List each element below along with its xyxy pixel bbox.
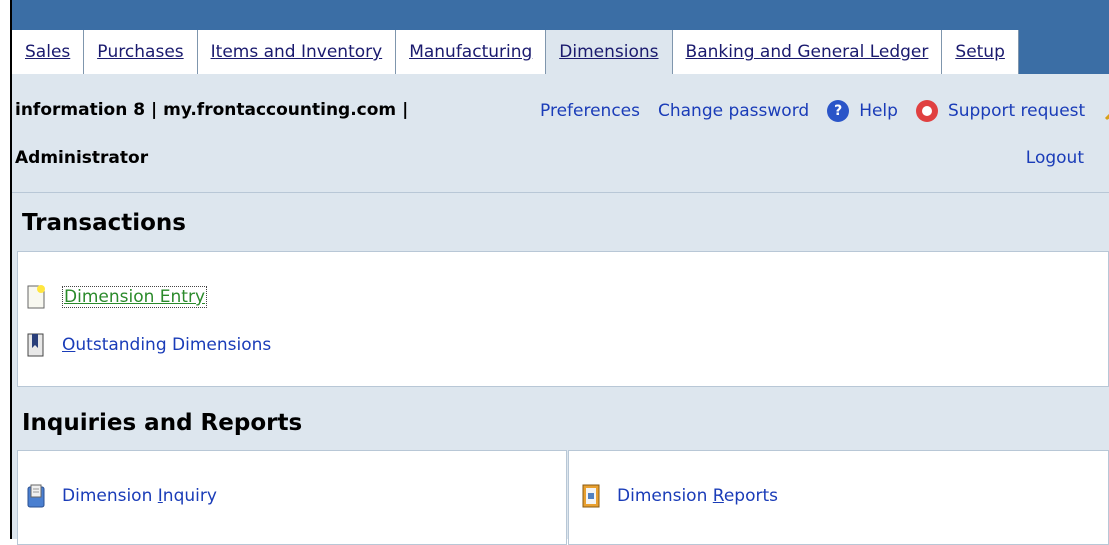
inquiries-left-panel: Dimension Inquiry [17,450,567,545]
outstanding-dimensions-link[interactable]: Outstanding Dimensions [62,335,271,355]
tab-access-key: D [559,42,573,62]
new-document-icon [27,285,45,309]
tab-access-key: S [25,42,36,62]
transactions-header: Transactions [12,196,1109,251]
tab-setup[interactable]: Setup [942,30,1019,74]
logout-link[interactable]: Logout [1026,148,1084,168]
dimension-reports-item: Dimension Reports [581,483,778,509]
transactions-panel: Dimension Entry Outstanding Dimensions [17,251,1109,387]
tab-manufacturing[interactable]: Manufacturing [396,30,547,74]
tab-label: anufacturing [423,42,533,62]
tab-label: ales [35,42,71,62]
user-name: Administrator [15,148,149,168]
help-icon: ? [827,100,850,122]
top-banner [12,0,1109,30]
dimension-reports-link[interactable]: Dimension Reports [617,486,778,506]
change-password-link[interactable]: Change password [658,101,809,121]
tab-items-and-inventory[interactable]: Items and Inventory [197,30,397,74]
report-icon [582,484,600,508]
tab-label: anking and General Ledger [697,42,929,62]
tab-access-key: S [955,42,967,62]
tab-label: urchases [107,42,184,62]
company-info: information 8 | my.frontaccounting.com | [15,100,409,120]
header-info: information 8 | my.frontaccounting.com |… [12,74,1109,193]
outstanding-dimensions-item: Outstanding Dimensions [26,332,271,358]
tab-access-key: M [409,42,424,62]
tab-label: imensions [572,42,659,62]
key-icon[interactable] [1103,100,1109,122]
dimension-entry-link[interactable]: Dimension Entry [62,286,208,308]
tab-label: etup [966,42,1005,62]
inquiries-right-panel: Dimension Reports [568,450,1109,545]
bookmark-document-icon [27,333,44,357]
section-title: Inquiries and Reports [22,410,303,436]
tab-purchases[interactable]: Purchases [84,30,198,74]
header-links: Preferences Change password ? Help Suppo… [540,100,1109,122]
tab-banking-and-general-ledger[interactable]: Banking and General Ledger [672,30,943,74]
help-link[interactable]: Help [859,101,898,121]
dimension-inquiry-link[interactable]: Dimension Inquiry [62,486,217,506]
lifebuoy-icon [915,100,938,122]
tab-label: tems and Inventory [215,42,383,62]
tab-dimensions[interactable]: Dimensions [546,30,673,74]
support-request-link[interactable]: Support request [948,101,1085,121]
preferences-link[interactable]: Preferences [540,101,640,121]
tab-access-key: P [97,42,108,62]
inquiries-header: Inquiries and Reports [12,396,1109,451]
main-tabs: Sales Purchases Items and Inventory Manu… [12,30,1019,74]
dimension-inquiry-item: Dimension Inquiry [26,483,217,509]
clipboard-icon [27,484,45,508]
tab-sales[interactable]: Sales [12,30,85,74]
dimension-entry-item: Dimension Entry [26,284,208,310]
section-title: Transactions [22,210,186,236]
tab-access-key: B [685,42,698,62]
